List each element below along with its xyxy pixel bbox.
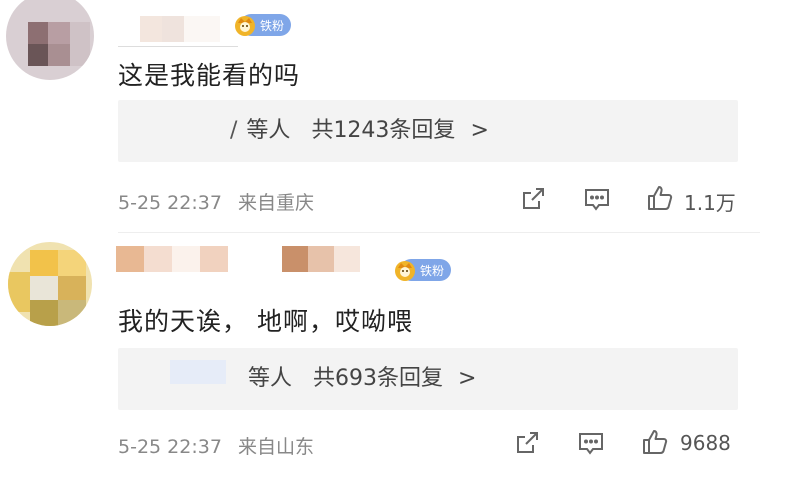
username-blurred[interactable] — [116, 246, 360, 272]
comment-meta: 5-25 22:37 来自山东 — [118, 432, 324, 459]
reply-preview[interactable]: 等人 共693条回复 > — [118, 348, 738, 410]
like-count: 1.1万 — [684, 191, 736, 215]
share-icon[interactable] — [512, 428, 542, 458]
reply-total[interactable]: 共693条回复 — [313, 366, 443, 391]
reply-arrow[interactable]: > — [458, 366, 476, 391]
fan-badge[interactable]: 铁粉 — [395, 259, 452, 281]
comment-date: 5-25 22:37 — [118, 436, 222, 458]
like-icon[interactable] — [640, 427, 670, 457]
comment-meta: 5-25 22:37 来自重庆 — [118, 188, 324, 215]
comment-location: 来自重庆 — [237, 192, 314, 214]
comment-icon[interactable] — [582, 184, 612, 214]
comment-icon[interactable] — [576, 428, 606, 458]
avatar[interactable] — [6, 0, 94, 80]
username-blurred[interactable] — [140, 16, 220, 42]
like-icon[interactable] — [645, 183, 675, 213]
badge-label: 铁粉 — [420, 263, 445, 278]
reply-arrow[interactable]: > — [470, 118, 488, 143]
name-underline — [118, 46, 238, 47]
like-count: 9688 — [680, 431, 731, 455]
comment-text: 这是我能看的吗 — [118, 61, 301, 90]
reply-label: 等人 — [248, 366, 293, 391]
reply-preview[interactable]: / 等人 共1243条回复 > — [118, 100, 738, 162]
reply-label: 等人 — [246, 118, 291, 143]
comment-location: 来自山东 — [237, 436, 314, 458]
replier-blurred — [170, 360, 226, 384]
comment-text: 我的天诶， 地啊，哎呦喂 — [118, 307, 413, 336]
comment-item: 铁粉 这是我能看的吗 / 等人 共1243条回复 > 5-25 22:37 来自… — [0, 0, 800, 232]
share-icon[interactable] — [518, 184, 548, 214]
comment-item: 铁粉 我的天诶， 地啊，哎呦喂 等人 共693条回复 > 5-25 22:37 … — [0, 232, 800, 478]
badge-label: 铁粉 — [260, 18, 285, 33]
fan-badge[interactable]: 铁粉 — [235, 14, 292, 36]
crown-icon — [392, 259, 418, 281]
avatar[interactable] — [8, 242, 92, 326]
reply-prefix: / — [230, 118, 238, 143]
reply-total[interactable]: 共1243条回复 — [311, 118, 455, 143]
crown-icon — [232, 14, 258, 36]
comment-date: 5-25 22:37 — [118, 192, 222, 214]
